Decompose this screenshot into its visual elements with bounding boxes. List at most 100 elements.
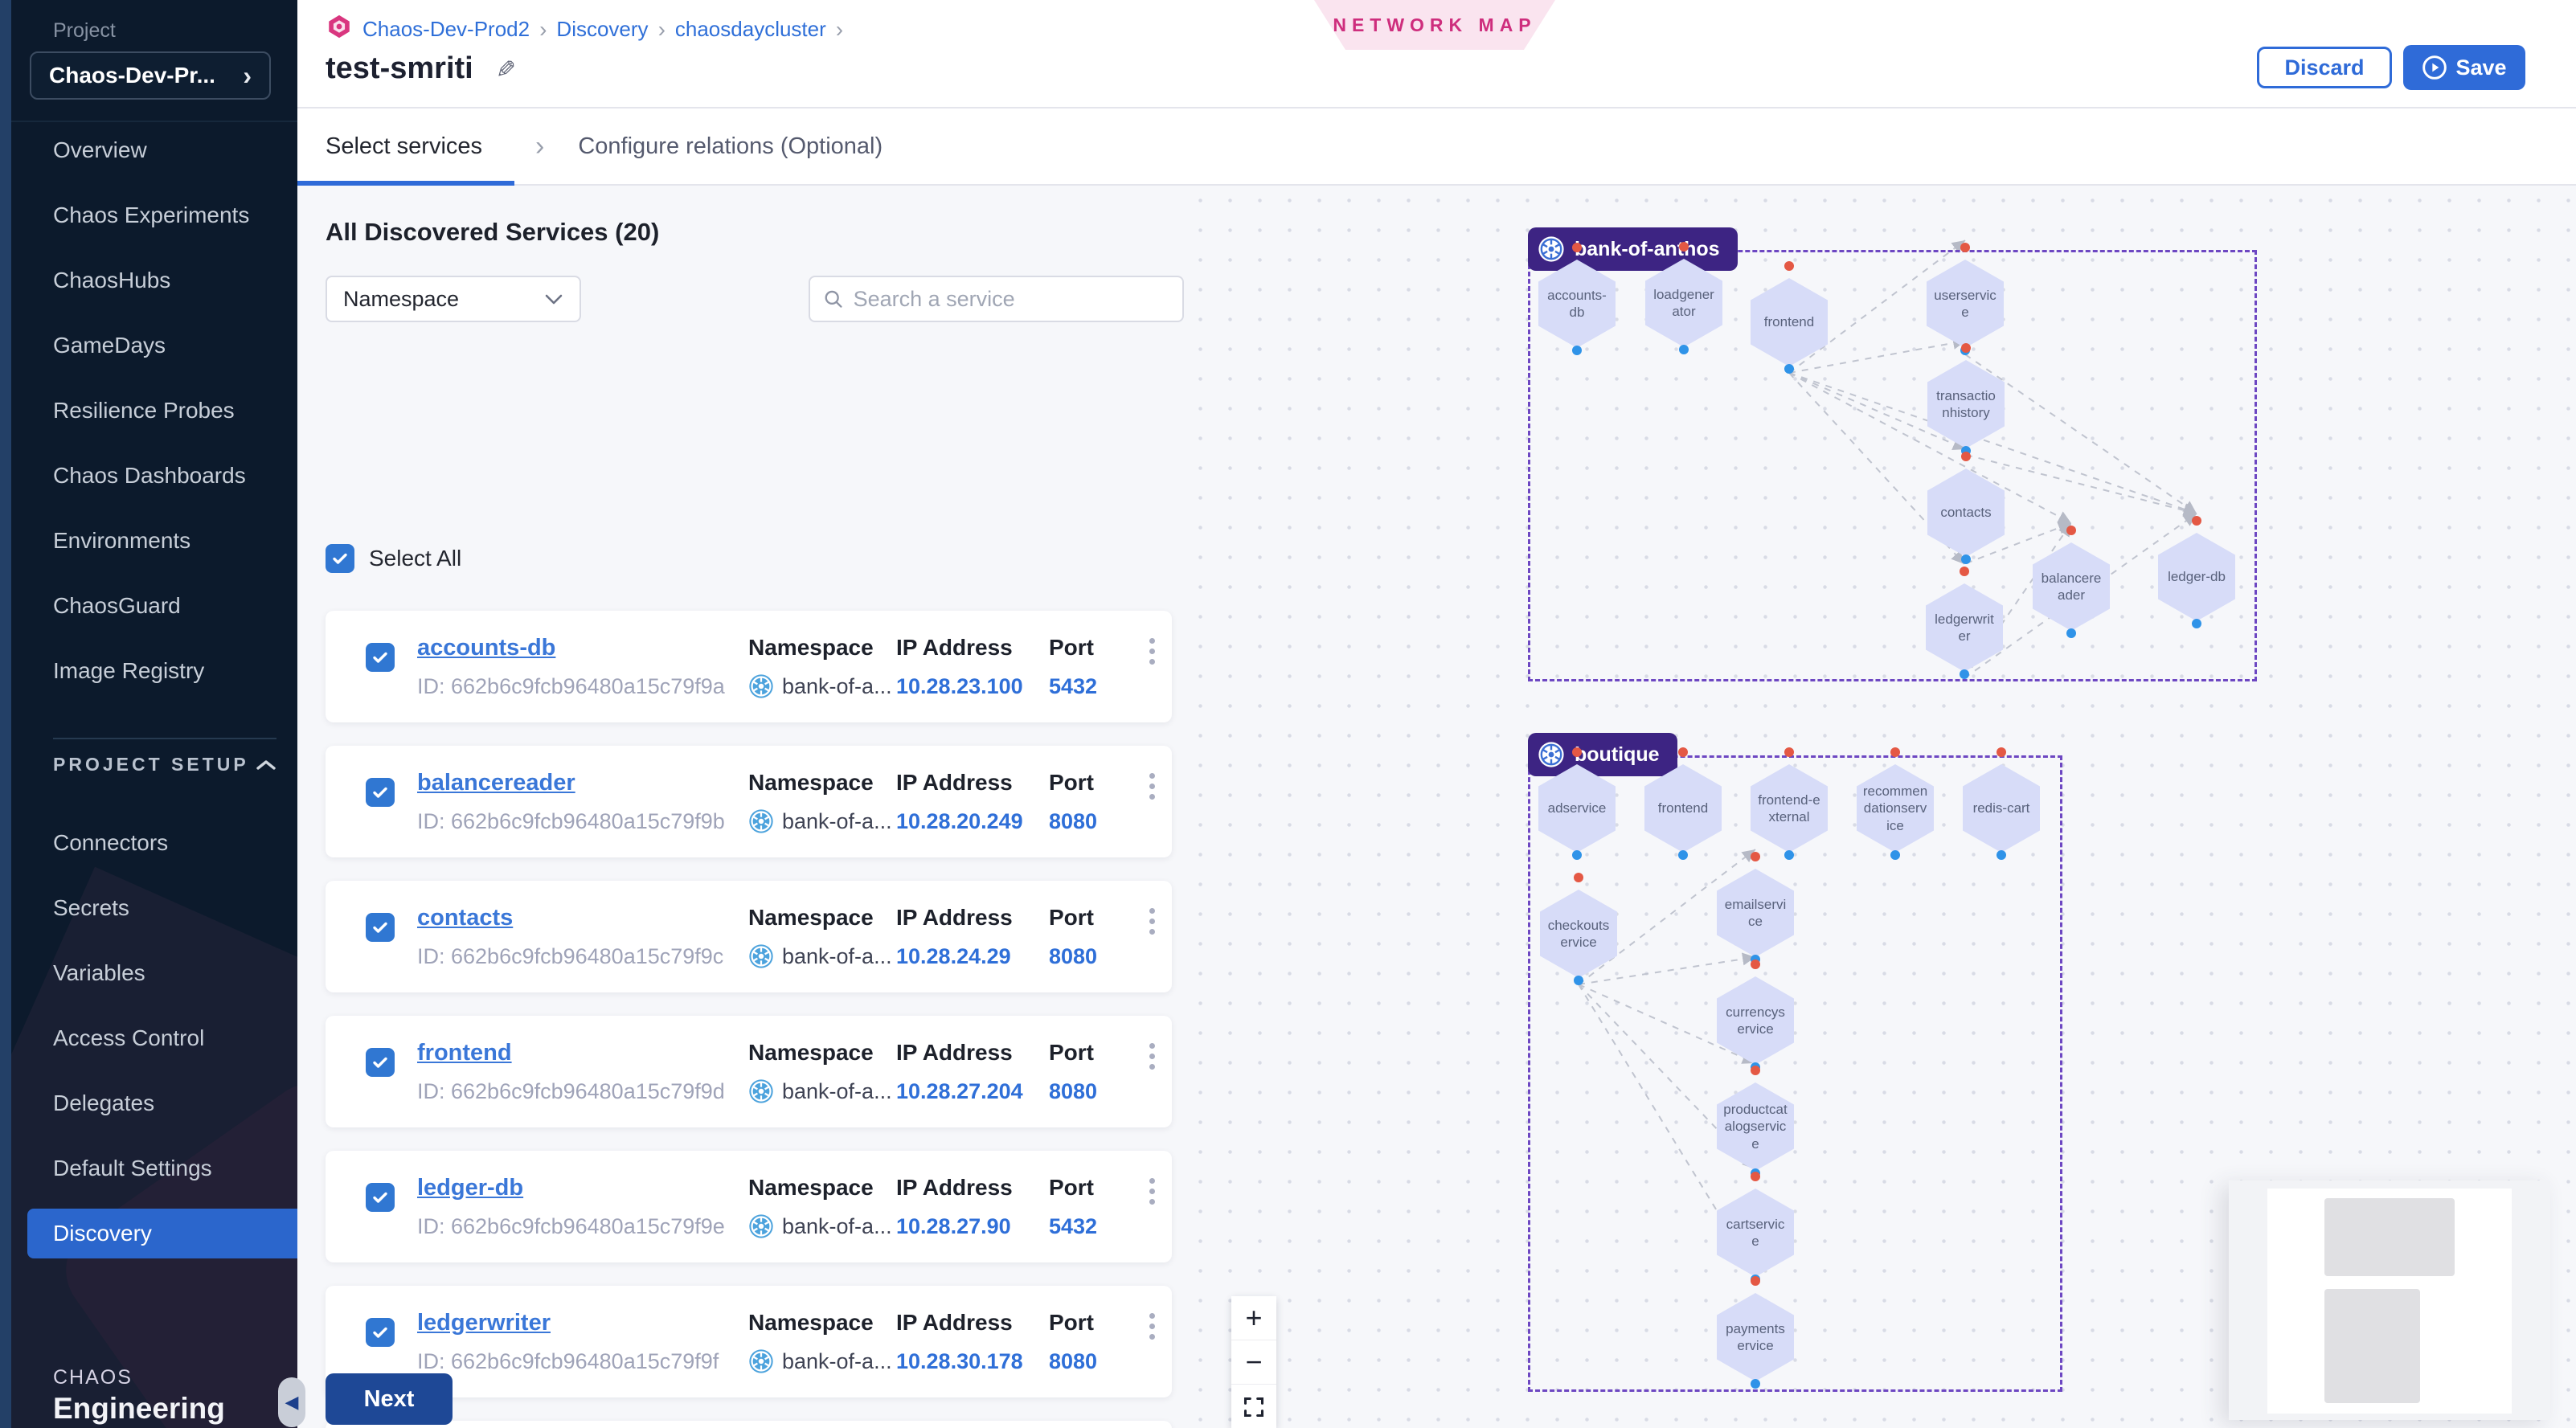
map-node-contacts[interactable]: contacts: [1927, 468, 2005, 557]
next-button[interactable]: Next: [326, 1373, 453, 1425]
map-node-checkoutservice[interactable]: checkoutservice: [1540, 890, 1617, 978]
nav-rail: [0, 0, 11, 1428]
map-node-frontend[interactable]: frontend: [1644, 764, 1722, 853]
service-checkbox[interactable]: [366, 913, 395, 942]
column-header-namespace: Namespace: [748, 905, 896, 931]
search-input[interactable]: [854, 287, 1169, 312]
service-hexagon: ledgerwriter: [1926, 583, 2003, 672]
service-name-link[interactable]: balancereader: [417, 770, 748, 796]
service-search: [809, 276, 1184, 322]
node-output-handle: [2192, 619, 2201, 628]
sidebar-item-gamedays[interactable]: GameDays: [11, 313, 297, 378]
service-checkbox[interactable]: [366, 1048, 395, 1077]
service-menu-button[interactable]: [1132, 765, 1172, 800]
select-all-checkbox[interactable]: [326, 544, 354, 573]
service-name-link[interactable]: ledgerwriter: [417, 1310, 748, 1336]
breadcrumb-link[interactable]: Discovery: [556, 17, 648, 42]
select-all[interactable]: Select All: [326, 544, 461, 573]
edit-title-icon[interactable]: ✎: [490, 59, 518, 79]
sidebar-item-chaosguard[interactable]: ChaosGuard: [11, 573, 297, 638]
sidebar-item-delegates[interactable]: Delegates: [11, 1070, 297, 1135]
map-node-transactionhistory[interactable]: transactionhistory: [1927, 360, 2005, 448]
node-input-handle: [1997, 747, 2006, 757]
namespace-filter-label: Namespace: [343, 287, 459, 312]
network-map-ribbon: NETWORK MAP: [1314, 0, 1555, 50]
tab-configure-relations[interactable]: Configure relations (Optional): [578, 133, 883, 160]
sidebar-item-discovery[interactable]: Discovery: [27, 1209, 297, 1258]
service-hexagon: userservice: [1927, 260, 2004, 348]
breadcrumb-link[interactable]: Chaos-Dev-Prod2: [362, 17, 530, 42]
project-name: Chaos-Dev-Pr...: [49, 63, 215, 88]
map-node-frontend[interactable]: frontend: [1751, 278, 1828, 366]
map-node-paymentservice[interactable]: paymentservice: [1717, 1293, 1794, 1381]
sidebar-item-environments[interactable]: Environments: [11, 508, 297, 573]
service-namespace-value: bank-of-a...: [748, 1213, 896, 1239]
sidebar-item-connectors[interactable]: Connectors: [11, 810, 297, 875]
zoom-out-button[interactable]: −: [1231, 1340, 1276, 1385]
breadcrumb-link[interactable]: chaosdaycluster: [675, 17, 826, 42]
service-name-link[interactable]: frontend: [417, 1040, 748, 1066]
service-menu-button[interactable]: [1132, 630, 1172, 665]
service-ip-value: 10.28.24.29: [896, 944, 1049, 969]
map-node-currencyservice[interactable]: currencyservice: [1717, 976, 1794, 1065]
service-menu-button[interactable]: [1132, 1035, 1172, 1070]
sidebar-item-variables[interactable]: Variables: [11, 940, 297, 1005]
sidebar-item-resilience-probes[interactable]: Resilience Probes: [11, 378, 297, 443]
sidebar-item-overview[interactable]: Overview: [11, 117, 297, 182]
map-node-ledger-db[interactable]: ledger-db: [2158, 533, 2235, 621]
node-input-handle: [1572, 243, 1582, 252]
sidebar-item-image-registry[interactable]: Image Registry: [11, 638, 297, 703]
sidebar-collapse-button[interactable]: ◀: [278, 1377, 305, 1427]
service-ip-value: 10.28.20.249: [896, 809, 1049, 834]
service-menu-button[interactable]: [1132, 1305, 1172, 1340]
chevron-right-icon: ›: [658, 17, 666, 43]
sidebar-item-chaoshubs[interactable]: ChaosHubs: [11, 248, 297, 313]
service-menu-button[interactable]: [1132, 1170, 1172, 1205]
sidebar-item-chaos-dashboards[interactable]: Chaos Dashboards: [11, 443, 297, 508]
map-node-balancereader[interactable]: balancereader: [2033, 542, 2110, 631]
map-node-emailservice[interactable]: emailservice: [1717, 869, 1794, 957]
map-node-userservice[interactable]: userservice: [1927, 260, 2004, 348]
map-group-name: boutique: [1575, 743, 1660, 767]
project-selector[interactable]: Chaos-Dev-Pr... ›: [30, 51, 271, 100]
service-name-link[interactable]: contacts: [417, 905, 748, 931]
map-node-recommendationservice[interactable]: recommendationservice: [1857, 764, 1934, 853]
sidebar: Project Chaos-Dev-Pr... › OverviewChaos …: [11, 0, 297, 1428]
project-setup-header[interactable]: PROJECT SETUP: [53, 754, 276, 775]
map-node-frontend-external[interactable]: frontend-external: [1751, 764, 1828, 853]
service-checkbox[interactable]: [366, 778, 395, 807]
map-node-label: recommendationservice: [1862, 783, 1928, 834]
service-id: ID: 662b6c9fcb96480a15c79f9b: [417, 809, 748, 834]
save-button[interactable]: Save: [2403, 45, 2525, 90]
sidebar-item-default-settings[interactable]: Default Settings: [11, 1135, 297, 1201]
map-node-accounts-db[interactable]: accounts-db: [1538, 260, 1616, 348]
column-header-namespace: Namespace: [748, 1175, 896, 1201]
service-name-link[interactable]: accounts-db: [417, 635, 748, 661]
fullscreen-button[interactable]: [1231, 1385, 1276, 1428]
node-input-handle: [1960, 567, 1969, 576]
map-node-adservice[interactable]: adservice: [1538, 764, 1616, 853]
discard-button[interactable]: Discard: [2257, 47, 2392, 88]
tab-select-services[interactable]: Select services: [326, 133, 482, 160]
map-node-redis-cart[interactable]: redis-cart: [1963, 764, 2040, 853]
map-node-loadgenerator[interactable]: loadgenerator: [1645, 259, 1722, 347]
sidebar-item-secrets[interactable]: Secrets: [11, 875, 297, 940]
check-icon: [371, 1053, 390, 1072]
service-checkbox[interactable]: [366, 1183, 395, 1212]
service-name-link[interactable]: ledger-db: [417, 1175, 748, 1201]
sidebar-item-chaos-experiments[interactable]: Chaos Experiments: [11, 182, 297, 248]
service-menu-button[interactable]: [1132, 900, 1172, 935]
zoom-in-button[interactable]: +: [1231, 1296, 1276, 1340]
column-header-namespace: Namespace: [748, 635, 896, 661]
service-checkbox[interactable]: [366, 1318, 395, 1347]
map-minimap[interactable]: [2229, 1180, 2550, 1420]
service-port-value: 8080: [1049, 809, 1132, 834]
map-node-cartservice[interactable]: cartservice: [1717, 1189, 1794, 1277]
map-node-ledgerwriter[interactable]: ledgerwriter: [1926, 583, 2003, 672]
node-input-handle: [1572, 747, 1582, 757]
sidebar-item-access-control[interactable]: Access Control: [11, 1005, 297, 1070]
namespace-filter-dropdown[interactable]: Namespace: [326, 276, 581, 322]
services-heading: All Discovered Services (20): [326, 218, 659, 247]
service-checkbox[interactable]: [366, 643, 395, 672]
map-node-productcatalogservice[interactable]: productcatalogservice: [1717, 1082, 1794, 1171]
